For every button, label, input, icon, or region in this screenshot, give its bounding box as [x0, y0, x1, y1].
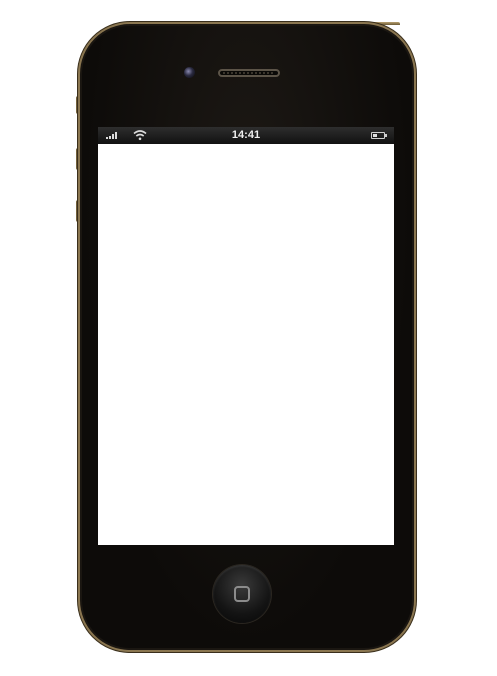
status-time: 14:41 [231, 129, 261, 141]
battery-icon [371, 132, 387, 139]
home-button-icon [234, 586, 250, 602]
front-camera-icon [184, 67, 195, 78]
phone-mockup: 14:41 [0, 0, 497, 676]
home-button[interactable] [213, 565, 271, 623]
earpiece-speaker-icon [218, 69, 280, 77]
battery-fill [373, 134, 377, 137]
blank-screen-content[interactable] [98, 144, 394, 545]
phone-screen[interactable]: 14:41 [98, 127, 394, 545]
status-bar: 14:41 [98, 127, 394, 144]
